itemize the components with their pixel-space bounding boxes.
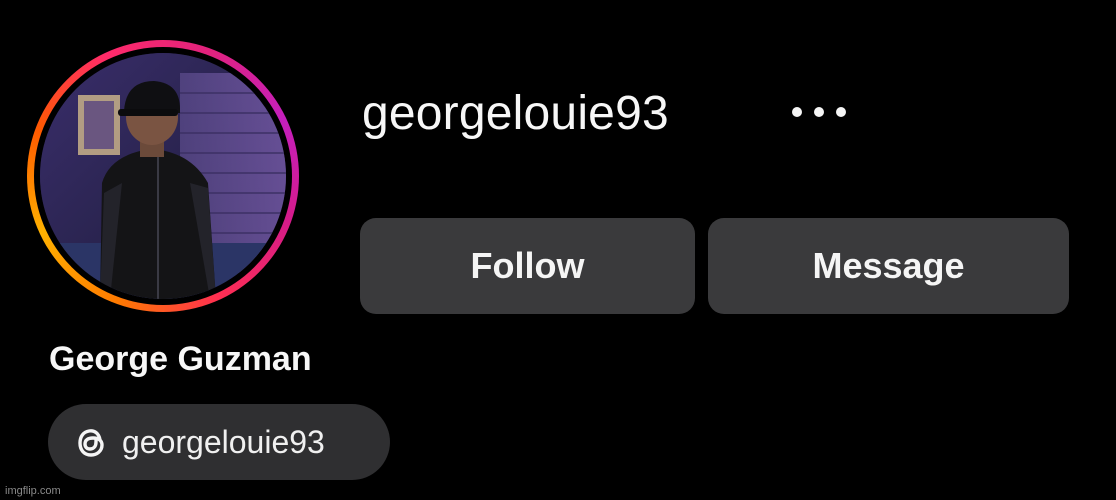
imgflip-watermark: imgflip.com bbox=[5, 485, 61, 497]
more-horizontal-icon bbox=[792, 107, 846, 117]
more-options-button[interactable] bbox=[786, 96, 856, 132]
story-ring-avatar[interactable] bbox=[27, 40, 299, 312]
threads-icon bbox=[70, 421, 112, 463]
message-button-label: Message bbox=[812, 245, 965, 286]
message-button[interactable]: Message bbox=[708, 218, 1069, 314]
profile-photo-icon bbox=[40, 53, 286, 299]
follow-button[interactable]: Follow bbox=[360, 218, 695, 314]
threads-handle: georgelouie93 bbox=[122, 423, 325, 460]
display-name: George Guzman bbox=[49, 340, 312, 378]
avatar[interactable] bbox=[40, 53, 286, 299]
username-title: georgelouie93 bbox=[362, 87, 669, 140]
threads-link-button[interactable]: georgelouie93 bbox=[48, 404, 390, 480]
follow-button-label: Follow bbox=[470, 245, 585, 286]
